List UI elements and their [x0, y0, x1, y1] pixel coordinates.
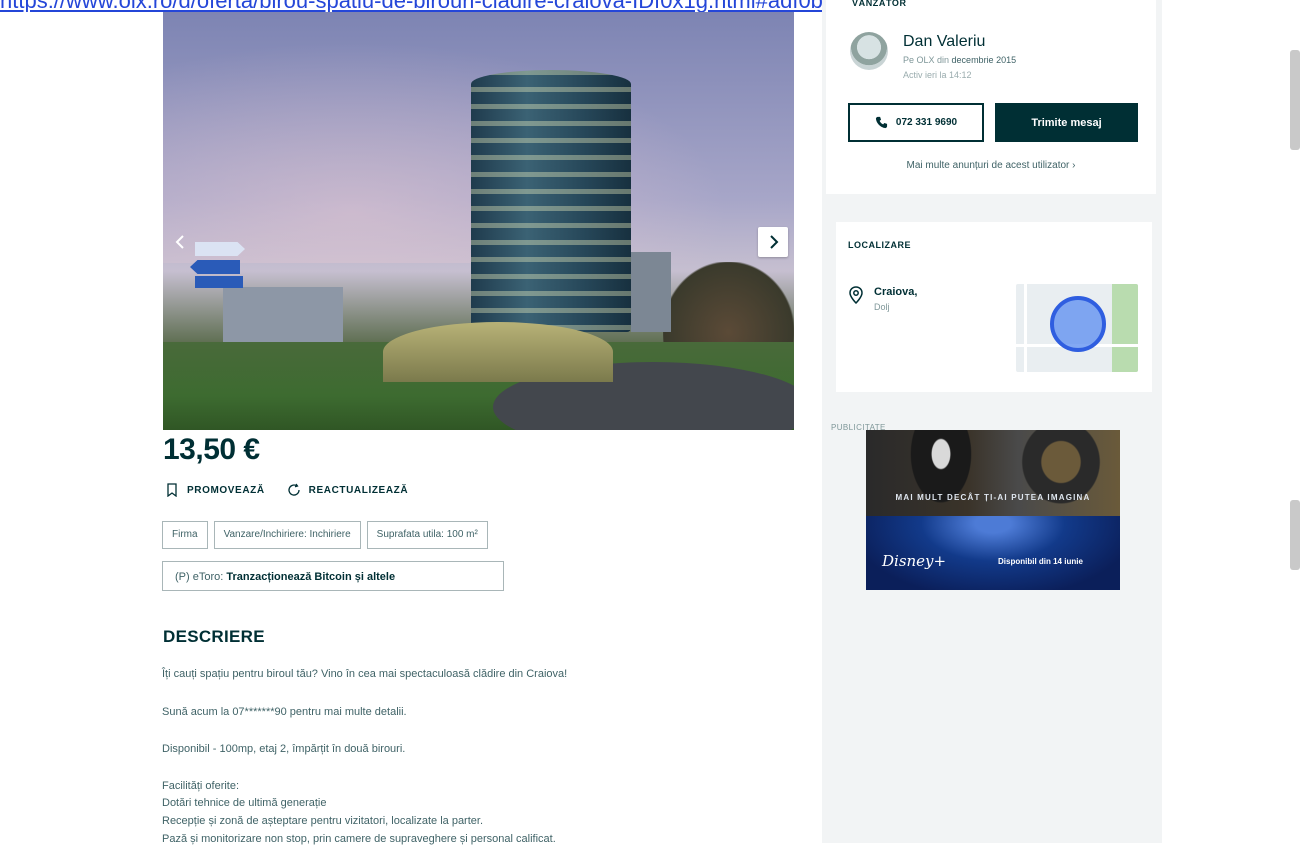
show-phone-button[interactable]: 072 331 9690 [848, 103, 984, 142]
photo-building-right [631, 252, 671, 332]
seller-card: VÂNZĂTOR Dan Valeriu Pe OLX din decembri… [826, 0, 1156, 194]
photo-road-signs [190, 242, 251, 292]
seller-last-active: Activ ieri la 14:12 [903, 70, 972, 80]
promote-button[interactable]: PROMOVEAZĂ [165, 483, 265, 497]
location-region: Dolj [874, 302, 890, 312]
send-message-button[interactable]: Trimite mesaj [995, 103, 1138, 142]
ad-logo: Disney+ [882, 552, 947, 570]
phone-icon [875, 116, 887, 129]
description-line: Pază și monitorizare non stop, prin came… [162, 833, 556, 845]
scrollbar-thumb[interactable] [1290, 500, 1300, 570]
more-ads-link[interactable]: Mai multe anunțuri de acest utilizator › [826, 160, 1156, 171]
bookmark-icon [167, 483, 177, 497]
seller-name[interactable]: Dan Valeriu [903, 33, 985, 51]
refresh-button[interactable]: REACTUALIZEAZĂ [287, 483, 409, 497]
scrollbar-thumb[interactable] [1290, 50, 1300, 150]
ad-tagline: MAI MULT DECÂT ȚI-AI PUTEA IMAGINA [895, 493, 1091, 502]
gallery-next-button[interactable] [758, 227, 788, 257]
tag-transaction[interactable]: Vanzare/Inchiriere: Inchiriere [213, 521, 361, 549]
phone-number: 072 331 9690 [895, 117, 958, 128]
seller-header: VÂNZĂTOR [852, 0, 907, 8]
listing-price: 13,50 € [163, 433, 260, 466]
map-park [1112, 284, 1138, 372]
ad-subtitle: Disponibil din 14 iunie [998, 557, 1083, 566]
refresh-label: REACTUALIZEAZĂ [308, 484, 409, 496]
tag-seller-type[interactable]: Firma [162, 521, 208, 549]
map-road [1024, 284, 1027, 372]
location-city: Craiova, [874, 286, 918, 298]
description-line: Disponibil - 100mp, etaj 2, împărțit în … [162, 743, 406, 755]
sponsored-link[interactable]: (P) eToro: Tranzacționează Bitcoin și al… [162, 561, 504, 591]
chevron-right-icon [770, 235, 779, 249]
description-line: Îți cauți spațiu pentru biroul tău? Vino… [162, 668, 568, 680]
photo-building-left [223, 287, 343, 347]
gallery-prev-button[interactable] [166, 227, 196, 257]
description-line: Recepție și zonă de așteptare pentru viz… [162, 815, 484, 827]
description-title: DESCRIERE [163, 627, 265, 646]
seller-since-date: decembrie 2015 [951, 55, 1017, 65]
photo-sign [195, 242, 245, 256]
map-area-marker [1050, 296, 1106, 352]
listing-actions: PROMOVEAZĂ REACTUALIZEAZĂ [165, 483, 408, 497]
listing-tags: Firma Vanzare/Inchiriere: Inchiriere Sup… [162, 521, 488, 549]
photo-sign [190, 260, 240, 274]
location-card: LOCALIZARE Craiova, Dolj [836, 222, 1152, 392]
seller-since: Pe OLX din decembrie 2015 [903, 55, 1016, 65]
location-map[interactable] [1016, 284, 1138, 372]
description-line: Dotări tehnice de ultimă generație [162, 797, 327, 809]
promote-label: PROMOVEAZĂ [187, 484, 265, 496]
sponsored-text: Tranzacționează Bitcoin și altele [226, 571, 396, 583]
ad-banner[interactable]: MAI MULT DECÂT ȚI-AI PUTEA IMAGINA Disne… [866, 430, 1120, 590]
listing-photo[interactable] [163, 12, 794, 430]
photo-sign [195, 276, 243, 288]
chevron-left-icon [175, 235, 184, 249]
description-line: Sună acum la 07*******90 pentru mai mult… [162, 706, 407, 718]
photo-tower [471, 70, 631, 332]
refresh-icon [288, 483, 300, 496]
location-header: LOCALIZARE [848, 240, 911, 250]
description-line: Facilități oferite: [162, 780, 240, 792]
location-pin-icon [849, 286, 863, 304]
avatar[interactable] [850, 32, 888, 70]
sponsored-prefix: (P) eToro: [175, 571, 224, 583]
seller-since-prefix: Pe OLX din [903, 55, 950, 65]
photo-reeds [383, 322, 613, 382]
tag-surface[interactable]: Suprafata utila: 100 m² [366, 521, 488, 549]
